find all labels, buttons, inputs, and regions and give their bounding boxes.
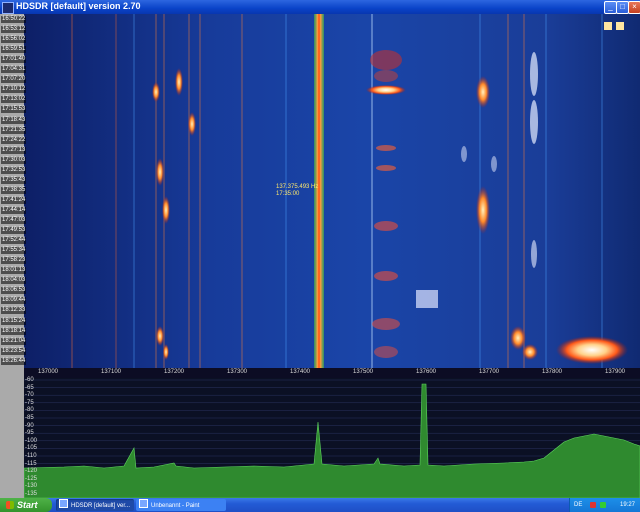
start-button[interactable]: Start — [0, 498, 52, 512]
frequency-tick-label: 137300 — [227, 369, 248, 375]
timestamp-label: 17:27:13 — [1, 146, 27, 154]
timestamp-label: 17:41:24 — [1, 196, 27, 204]
paint-task-icon — [139, 499, 148, 508]
timestamp-label: 18:18:14 — [1, 327, 27, 335]
timestamp-label: 17:15:53 — [1, 106, 27, 114]
timestamp-label: 17:38:35 — [1, 186, 27, 194]
frequency-tick-label: 137800 — [542, 369, 563, 375]
timestamp-label: 18:21:04 — [1, 337, 27, 345]
cursor-tooltip: 137.375.493 Hz 17:35:00 — [276, 184, 318, 198]
db-tick-label: -105 — [25, 445, 38, 452]
frequency-tick-label: 137400 — [290, 369, 311, 375]
db-tick-label: -85 — [25, 415, 34, 421]
timestamp-label: 18:15:24 — [1, 317, 27, 325]
timestamp-label: 17:13:02 — [1, 96, 27, 104]
timestamp-label: 17:10:12 — [1, 86, 27, 94]
timestamp-label: 18:09:44 — [1, 297, 27, 305]
clock: 19:27 — [619, 502, 635, 508]
waterfall-display[interactable] — [24, 14, 640, 368]
timestamp-label: 17:18:43 — [1, 116, 27, 124]
tooltip-time: 17:35:00 — [276, 191, 300, 197]
tray-icon-1[interactable] — [590, 502, 596, 508]
timestamp-label: 18:06:53 — [1, 287, 27, 295]
db-tick-label: -115 — [25, 460, 37, 467]
timestamp-label: 18:23:54 — [1, 347, 27, 355]
spectrum-graph — [24, 379, 640, 498]
close-button[interactable]: × — [628, 1, 640, 14]
db-tick-label: -120 — [25, 468, 38, 475]
timestamp-label: 17:47:03 — [1, 217, 27, 224]
db-tick-label: -90 — [25, 422, 34, 429]
timestamp-label: 17:55:34 — [1, 247, 27, 255]
hdsdr-task-icon — [59, 499, 68, 508]
window-title: HDSDR [default] version 2.70 — [16, 1, 141, 11]
frequency-tick-label: 137900 — [605, 369, 626, 375]
db-tick-label: -75 — [25, 399, 34, 406]
timestamp-label: 16:56:02 — [1, 36, 27, 44]
timestamp-label: 17:58:23 — [1, 257, 27, 265]
db-tick-label: -70 — [25, 392, 34, 399]
db-tick-label: -135 — [25, 491, 38, 497]
timestamp-label: 17:52:44 — [1, 237, 27, 245]
timestamp-label: 17:44:14 — [1, 206, 27, 214]
spectrum-display[interactable]: -60 -65 -70 -75 -80 -85 -90 -95 -100 -105 -110 -115… — [24, 377, 640, 498]
tray-icon-2[interactable] — [600, 502, 606, 508]
timestamp-column: 16:50:22 16:53:12 16:56:02 16:59:51 17:01:40… — [0, 14, 40, 368]
timestamp-label: 17:24:22 — [1, 136, 27, 144]
taskbar-item-paint[interactable]: Unbenannt - Paint — [136, 499, 226, 511]
db-tick-label: -60 — [25, 377, 34, 383]
start-label: Start — [17, 500, 38, 510]
task-label-hdsdr: HDSDR [default] ver... — [71, 503, 131, 509]
frequency-tick-label: 137700 — [479, 369, 500, 375]
timestamp-label: 17:07:20 — [1, 76, 27, 84]
frequency-tick-label: 137500 — [353, 369, 374, 375]
timestamp-label: 17:30:03 — [1, 156, 27, 164]
timestamp-label: 18:04:03 — [1, 277, 27, 285]
db-tick-label: -110 — [25, 453, 37, 459]
timestamp-label: 17:35:43 — [1, 176, 27, 184]
taskbar: Start HDSDR [default] ver... Unbenannt -… — [0, 498, 640, 512]
tooltip-frequency: 137.375.493 Hz — [276, 184, 319, 190]
frequency-tick-label: 137000 — [38, 369, 59, 375]
timestamp-label: 18:26:44 — [1, 357, 27, 365]
hdsdr-app-icon — [2, 2, 14, 14]
language-indicator[interactable]: DE — [574, 498, 582, 512]
task-label-paint: Unbenannt - Paint — [151, 503, 200, 509]
db-tick-label: -130 — [25, 483, 38, 490]
timestamp-label: 17:32:53 — [1, 166, 27, 174]
db-tick-label: -95 — [25, 430, 34, 437]
timestamp-label: 17:01:40 — [1, 56, 27, 64]
taskbar-item-hdsdr[interactable]: HDSDR [default] ver... — [56, 499, 134, 511]
db-tick-label: -65 — [25, 384, 34, 391]
db-tick-label: -100 — [25, 437, 38, 444]
timestamp-label: 18:12:33 — [1, 307, 27, 315]
timestamp-label: 16:59:51 — [1, 46, 27, 54]
timestamp-label: 17:49:53 — [1, 227, 27, 235]
frequency-tick-label: 137200 — [164, 369, 185, 375]
timestamp-label: 17:04:31 — [1, 66, 27, 74]
timestamp-label: 16:50:22 — [1, 16, 27, 23]
frequency-tick-label: 137100 — [101, 369, 122, 375]
timestamp-label: 17:21:35 — [1, 126, 27, 134]
frequency-axis[interactable]: 137000 137100 137200 137300 137400 137500 1376… — [24, 368, 640, 378]
window-titlebar[interactable]: HDSDR [default] version 2.70 _ □ × — [0, 0, 640, 14]
db-tick-label: -125 — [25, 475, 38, 482]
frequency-tick-label: 137600 — [416, 369, 437, 375]
system-tray: DE 19:27 — [569, 498, 640, 512]
db-tick-label: -80 — [25, 407, 34, 414]
windows-logo-icon — [6, 501, 14, 509]
timestamp-label: 18:01:13 — [1, 267, 27, 275]
timestamp-label: 16:53:12 — [1, 26, 27, 34]
